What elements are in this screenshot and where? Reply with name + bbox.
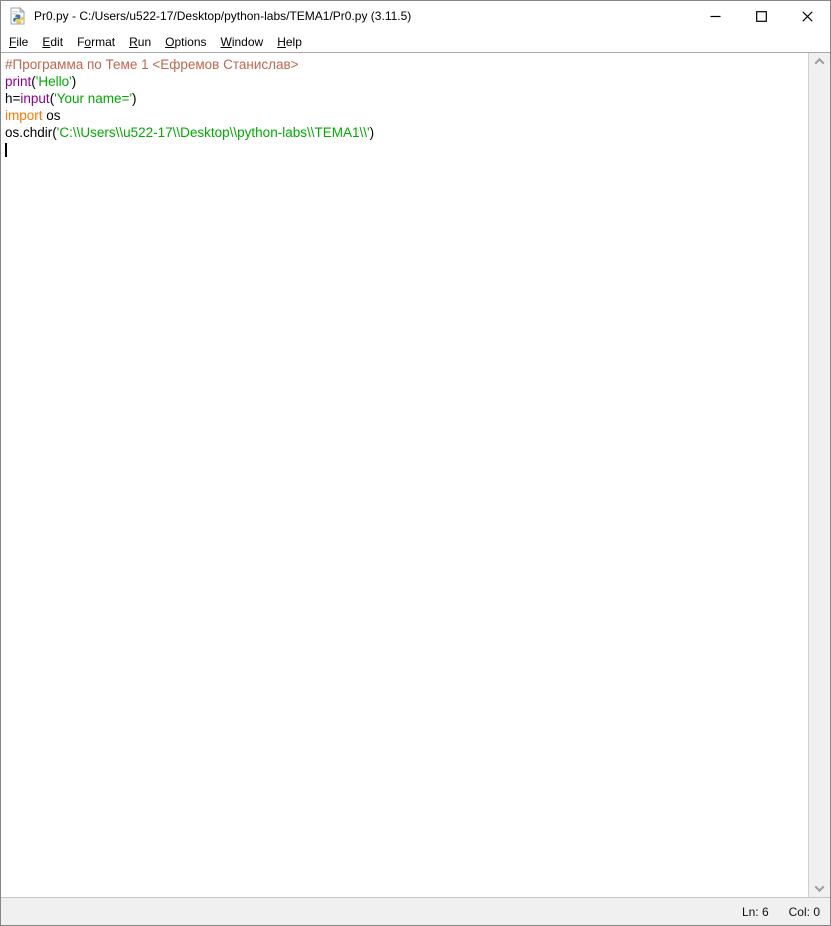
text-caret bbox=[5, 143, 7, 157]
code-token-builtin: print bbox=[5, 74, 31, 89]
code-line bbox=[5, 141, 806, 158]
code-text-area[interactable]: #Программа по Теме 1 <Ефремов Станислав>… bbox=[1, 53, 808, 897]
menu-item-format[interactable]: Format bbox=[70, 33, 122, 51]
code-token-string: 'Hello' bbox=[36, 74, 72, 89]
status-bar: Ln: 6 Col: 0 bbox=[1, 897, 830, 925]
code-line: print('Hello') bbox=[5, 73, 806, 90]
maximize-icon bbox=[756, 11, 767, 22]
code-token-keyword: import bbox=[5, 108, 43, 123]
minimize-icon bbox=[710, 11, 721, 22]
maximize-button[interactable] bbox=[738, 1, 784, 31]
code-token-string: 'C:\\Users\\u522-17\\Desktop\\python-lab… bbox=[57, 125, 370, 140]
code-token-builtin: input bbox=[20, 91, 49, 106]
vertical-scrollbar[interactable] bbox=[808, 53, 830, 897]
status-col-number: Col: 0 bbox=[779, 905, 830, 919]
code-token-plain: os.chdir( bbox=[5, 125, 57, 140]
menu-item-help[interactable]: Help bbox=[270, 33, 309, 51]
code-token-plain: ) bbox=[370, 125, 375, 140]
menu-item-options[interactable]: Options bbox=[158, 33, 213, 51]
code-token-plain: ) bbox=[132, 91, 137, 106]
editor-region: #Программа по Теме 1 <Ефремов Станислав>… bbox=[1, 53, 830, 897]
menu-item-window[interactable]: Window bbox=[214, 33, 271, 51]
code-line: os.chdir('C:\\Users\\u522-17\\Desktop\\p… bbox=[5, 124, 806, 141]
chevron-up-icon bbox=[815, 58, 825, 68]
menu-item-run[interactable]: Run bbox=[122, 33, 158, 51]
idle-editor-window: Pr0.py - C:/Users/u522-17/Desktop/python… bbox=[0, 0, 831, 926]
scroll-up-button[interactable] bbox=[809, 53, 830, 70]
code-line: #Программа по Теме 1 <Ефремов Станислав> bbox=[5, 56, 806, 73]
menu-item-edit[interactable]: Edit bbox=[35, 33, 70, 51]
window-controls bbox=[692, 1, 830, 31]
status-line-number: Ln: 6 bbox=[732, 905, 779, 919]
minimize-button[interactable] bbox=[692, 1, 738, 31]
window-title: Pr0.py - C:/Users/u522-17/Desktop/python… bbox=[34, 9, 411, 23]
menu-item-file[interactable]: File bbox=[2, 33, 35, 51]
close-icon bbox=[802, 11, 813, 22]
close-button[interactable] bbox=[784, 1, 830, 31]
chevron-down-icon bbox=[815, 882, 825, 892]
code-token-plain: h= bbox=[5, 91, 20, 106]
code-line: h=input('Your name=') bbox=[5, 90, 806, 107]
menu-bar: FileEditFormatRunOptionsWindowHelp bbox=[1, 31, 830, 53]
python-file-icon bbox=[9, 7, 27, 25]
code-line: import os bbox=[5, 107, 806, 124]
code-token-string: 'Your name=' bbox=[54, 91, 132, 106]
code-token-plain: os bbox=[43, 108, 61, 123]
code-token-plain: ) bbox=[72, 74, 77, 89]
code-token-comment: #Программа по Теме 1 <Ефремов Станислав> bbox=[5, 57, 299, 72]
scroll-down-button[interactable] bbox=[809, 880, 830, 897]
title-bar: Pr0.py - C:/Users/u522-17/Desktop/python… bbox=[1, 1, 830, 31]
